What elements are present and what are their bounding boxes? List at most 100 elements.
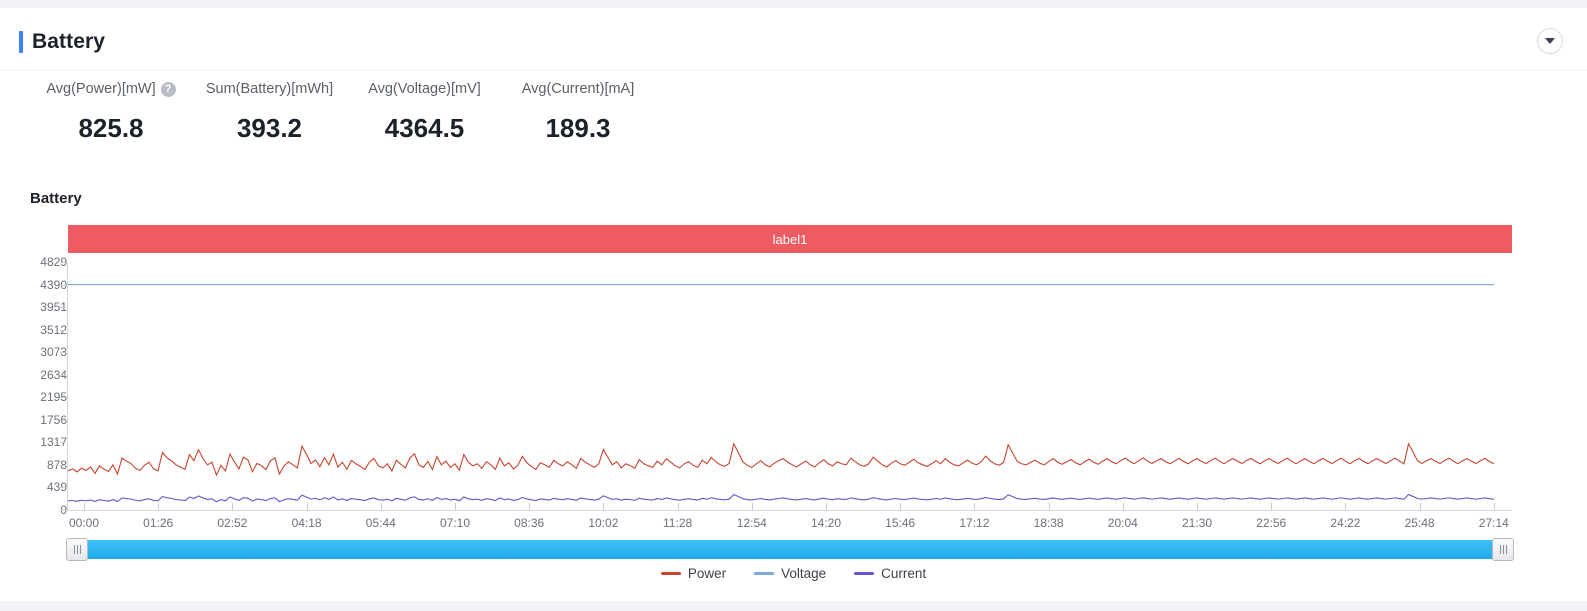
series-line-current [68,495,1494,502]
x-axis-tick-mark [603,503,605,510]
y-axis-tick-mark [60,329,66,331]
range-slider-track[interactable] [68,540,1512,559]
page-bottom-strip [0,601,1587,611]
x-axis-tick-mark [1493,503,1495,510]
x-axis-tick-label: 00:00 [68,516,100,530]
y-axis-tick-mark [60,284,66,286]
x-axis-tick-label: 15:46 [885,516,916,530]
x-axis-tick-mark [1271,503,1273,510]
x-axis-tick-label: 04:18 [291,516,322,530]
label-band[interactable]: label1 [68,225,1512,253]
range-slider-handle-left[interactable] [66,538,88,561]
x-axis-tick-label: 22:56 [1256,516,1287,530]
x-axis-tick-label: 05:44 [365,516,396,530]
kpi-row: Avg(Power)[mW]? 825.8 Sum(Battery)[mWh] 393… [30,78,654,143]
drag-handle-icon [1502,545,1504,554]
y-axis-tick-mark [60,397,66,399]
x-axis-tick-label: 18:38 [1033,516,1064,530]
kpi-label-text: Avg(Voltage)[mV] [368,81,481,97]
panel-header: Battery [0,8,1587,71]
x-axis-tick-label: 14:20 [810,516,842,530]
x-axis-tick-label: 27:14 [1478,516,1509,530]
x-axis-tick-label: 07:10 [439,516,471,530]
kpi-1: Avg(Power)[mW]? 825.8 [30,78,192,143]
chevron-down-icon[interactable] [1537,28,1563,54]
x-axis-tick-mark [232,503,234,510]
kpi-label: Avg(Current)[mA] [502,78,654,100]
x-axis-tick-label: 17:12 [959,516,990,530]
legend-item-voltage[interactable]: Voltage [754,566,826,581]
x-axis-tick-mark [974,503,976,510]
series-lines [68,262,1512,510]
label-band-text: label1 [772,231,808,247]
kpi-label-text: Sum(Battery)[mWh] [205,81,334,97]
page-title: Battery [32,30,106,53]
x-axis-tick-mark [751,503,753,510]
x-axis-tick-mark [306,503,308,510]
drag-handle-icon [73,545,75,554]
x-axis-tick-label: 24:22 [1330,516,1361,530]
x-axis-tick-label: 12:54 [736,516,767,530]
kpi-value: 4364.5 [384,113,465,143]
legend-item-current[interactable]: Current [854,566,926,581]
x-axis-tick-mark [1345,503,1347,510]
y-axis-tick-mark [60,442,66,444]
x-axis-tick-label: 01:26 [143,516,174,530]
title-accent-bar [19,31,23,53]
x-axis-tick-mark [529,503,531,510]
drag-handle-icon [79,545,81,554]
drag-handle-icon [1505,545,1507,554]
x-axis-tick-mark [1122,503,1124,510]
kpi-label: Avg(Power)[mW]? [30,78,192,100]
chevron-down-glyph [1545,38,1555,44]
kpi-value: 189.3 [545,113,611,143]
y-axis-tick-mark [60,510,66,511]
x-axis-tick-mark [826,503,827,510]
range-slider-handle-right[interactable] [1492,538,1514,561]
y-axis-tick-mark [60,374,66,376]
x-axis-tick-mark [158,503,160,510]
plot-region: 0439878131717562195263430733512395143904… [0,255,1587,530]
x-axis-tick-label: 11:28 [663,516,693,530]
question-mark-icon[interactable]: ? [160,81,176,97]
series-line-power [68,444,1494,475]
legend-swatch [660,572,681,575]
drag-handle-icon [1499,545,1501,554]
legend-swatch [854,572,875,575]
range-slider[interactable] [66,538,1514,561]
chart-title: Battery [30,190,82,207]
kpi-label: Avg(Voltage)[mV] [347,78,502,100]
y-axis-tick-mark [60,487,66,489]
y-axis-tick-mark [60,352,66,354]
kpi-value: 393.2 [236,113,303,143]
x-axis-line [67,510,1512,511]
x-axis-tick-mark [1419,503,1421,510]
kpi-label-text: Avg(Power)[mW] [46,81,156,97]
kpi-label-text: Avg(Current)[mA] [521,81,635,97]
legend-label: Current [881,566,927,581]
x-axis-tick-mark [1048,503,1050,510]
x-axis-tick-mark [84,503,85,510]
x-axis-tick-mark [380,503,382,510]
x-axis-tick-mark [677,503,679,510]
legend-label: Power [687,566,727,581]
x-axis-tick-label: 25:48 [1404,516,1435,530]
x-axis-tick-label: 02:52 [217,516,248,530]
x-axis-tick-label: 20:04 [1107,516,1138,530]
legend-swatch [754,572,775,575]
y-axis-tick-mark [60,262,66,263]
legend-label: Voltage [781,566,827,581]
x-axis-tick-mark [455,503,456,510]
kpi-label: Sum(Battery)[mWh] [192,78,347,100]
chart-legend: Power Voltage Current [0,566,1587,581]
kpi-3: Avg(Voltage)[mV] 4364.5 [347,78,502,143]
x-axis-tick-label: 10:02 [588,516,619,530]
chart-area: label1 043987813171756219526343073351239… [0,218,1587,588]
kpi-4: Avg(Current)[mA] 189.3 [502,78,654,143]
battery-card: Battery Avg(Power)[mW]? 825.8 Sum(Battery)… [0,8,1587,601]
y-axis-tick-mark [60,307,66,309]
y-axis-tick-mark [60,419,66,421]
legend-item-power[interactable]: Power [660,566,727,581]
page-top-strip [0,0,1587,8]
x-axis-tick-mark [1197,503,1198,510]
